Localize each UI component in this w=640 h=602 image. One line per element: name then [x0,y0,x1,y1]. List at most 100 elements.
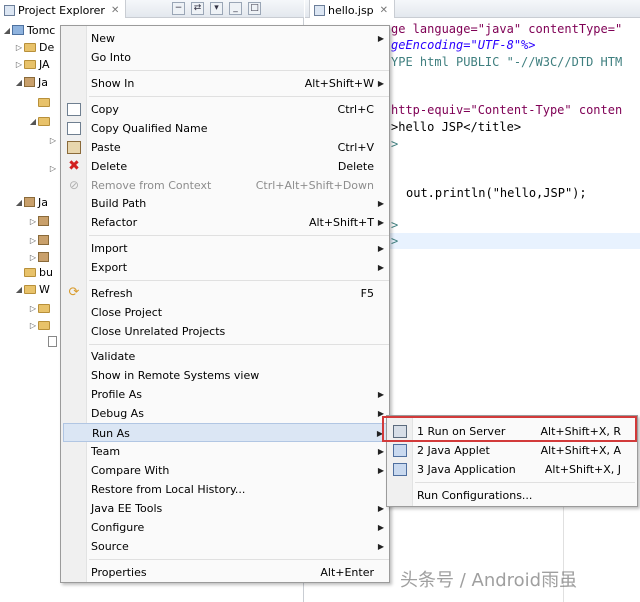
code-line-6[interactable]: > [391,136,398,152]
collapsed-arrow-icon[interactable]: ▷ [14,60,24,69]
tree-item-class-2[interactable]: ▷ [48,160,58,176]
collapsed-arrow-icon[interactable]: ▷ [14,43,24,52]
code-line-2[interactable]: geEncoding="UTF-8"%> [391,37,536,53]
menu-item-delete[interactable]: ✖ Delete Delete [63,157,389,176]
close-icon[interactable]: ✕ [111,5,119,16]
close-icon[interactable]: ✕ [380,5,388,16]
expanded-arrow-icon[interactable]: ◢ [14,198,24,207]
menu-item-compare-with[interactable]: Compare With ▶ [63,461,389,480]
submenu-arrow-icon: ▶ [377,466,384,475]
menu-item-import[interactable]: Import ▶ [63,239,389,258]
tree-item-java-resources[interactable]: ◢ Ja [14,74,48,90]
tree-item-lib-3[interactable]: ▷ [28,249,52,265]
menu-item-close-unrelated-projects[interactable]: Close Unrelated Projects [63,322,389,341]
menu-item-remove-from-context[interactable]: ⊘ Remove from Context Ctrl+Alt+Shift+Dow… [63,176,389,195]
code-line-9[interactable]: > [391,233,398,249]
view-menu-icon[interactable]: ▾ [210,2,223,15]
java-applet-icon [393,444,407,457]
menu-item-copy[interactable]: Copy Ctrl+C [63,100,389,119]
tree-item-hello-jsp[interactable] [48,333,60,349]
collapsed-arrow-icon[interactable]: ▷ [28,321,38,330]
collapsed-arrow-icon[interactable]: ▷ [28,253,38,262]
collapsed-arrow-icon[interactable]: ▷ [28,236,38,245]
menu-item-build-path[interactable]: Build Path ▶ [63,194,389,213]
tree-item-class[interactable]: ▷ [48,132,58,148]
tree-item-lib-2[interactable]: ▷ [28,232,52,248]
menu-item-new[interactable]: New ▶ [63,29,389,48]
menu-item-refactor[interactable]: Refactor Alt+Shift+T ▶ [63,213,389,232]
tree-item-deployment[interactable]: ▷ De [14,39,54,55]
menu-item-java-applet[interactable]: 2 Java Applet Alt+Shift+X, A [389,441,637,460]
folder-icon [38,303,50,313]
jar-icon [38,252,49,262]
tree-item-package[interactable]: ◢ [28,113,53,129]
menu-item-show-in-remote-systems[interactable]: Show in Remote Systems view [63,366,389,385]
folder-icon [38,116,50,126]
menu-item-refresh[interactable]: ⟳ Refresh F5 [63,284,389,303]
tree-item-build[interactable]: bu [24,264,53,280]
code-line-8[interactable]: > [391,217,398,233]
java-application-icon [393,463,407,476]
menu-item-configure[interactable]: Configure ▶ [63,518,389,537]
expanded-arrow-icon[interactable]: ◢ [28,117,38,126]
menu-item-paste[interactable]: Paste Ctrl+V [63,138,389,157]
code-line-4[interactable]: http-equiv="Content-Type" conten [391,102,622,118]
jsp-file-icon [48,335,57,347]
menu-item-show-in[interactable]: Show In Alt+Shift+W ▶ [63,74,389,93]
expanded-arrow-icon[interactable]: ◢ [14,285,24,294]
folder-icon [24,267,36,277]
tree-item-webcontent[interactable]: ◢ W [14,281,50,297]
menu-item-debug-as[interactable]: Debug As ▶ [63,404,389,423]
menu-item-properties[interactable]: Properties Alt+Enter [63,563,389,582]
refresh-icon: ⟳ [68,285,80,300]
menu-item-close-project[interactable]: Close Project [63,303,389,322]
link-with-editor-icon[interactable]: ⇄ [191,2,204,15]
minimize-icon[interactable]: _ [229,2,242,15]
menu-separator [89,280,389,281]
menu-item-copy-qualified-name[interactable]: Copy Qualified Name [63,119,389,138]
menu-item-java-ee-tools[interactable]: Java EE Tools ▶ [63,499,389,518]
code-line-1[interactable]: ge language="java" contentType=" [391,21,622,37]
code-line-3[interactable]: YPE html PUBLIC "-//W3C//DTD HTM [391,54,622,70]
expanded-arrow-icon[interactable]: ◢ [2,26,12,35]
submenu-arrow-icon: ▶ [377,34,384,43]
collapse-all-icon[interactable]: − [172,2,185,15]
collapsed-arrow-icon[interactable]: ▷ [28,217,38,226]
tree-item-java-libraries[interactable]: ◢ Ja [14,194,48,210]
delete-icon: ✖ [68,158,80,174]
menu-item-restore-from-local-history[interactable]: Restore from Local History... [63,480,389,499]
collapsed-arrow-icon[interactable]: ▷ [48,164,58,173]
folder-icon [24,59,36,69]
tree-item-meta-inf[interactable]: ▷ [28,300,53,316]
menu-item-profile-as[interactable]: Profile As ▶ [63,385,389,404]
menu-item-run-as[interactable]: Run As ▶ [63,423,389,442]
tab-project-explorer[interactable]: Project Explorer ✕ [0,0,127,18]
explorer-toolbar: − ⇄ ▾ _ □ [172,2,261,15]
menu-item-run-configurations[interactable]: Run Configurations... [389,486,637,505]
menu-item-go-into[interactable]: Go Into [63,48,389,67]
menu-separator [89,235,389,236]
menu-separator [89,96,389,97]
submenu-arrow-icon: ▶ [377,244,384,253]
tree-item-src[interactable] [38,94,53,110]
tree-item-tomcat-project[interactable]: ◢ Tomc [2,22,55,38]
code-line-5[interactable]: >hello JSP</title> [391,119,521,135]
maximize-icon[interactable]: □ [248,2,261,15]
code-line-7[interactable]: out.println("hello,JSP"); [406,185,587,201]
collapsed-arrow-icon[interactable]: ▷ [48,136,58,145]
submenu-arrow-icon: ▶ [377,218,384,227]
menu-item-export[interactable]: Export ▶ [63,258,389,277]
project-explorer-icon [4,4,15,16]
menu-item-validate[interactable]: Validate [63,347,389,366]
tree-item-jax[interactable]: ▷ JA [14,56,50,72]
menu-item-source[interactable]: Source ▶ [63,537,389,556]
menu-item-team[interactable]: Team ▶ [63,442,389,461]
expanded-arrow-icon[interactable]: ◢ [14,78,24,87]
folder-icon [24,42,36,52]
collapsed-arrow-icon[interactable]: ▷ [28,304,38,313]
folder-icon [38,320,50,330]
tree-item-web-inf[interactable]: ▷ [28,317,53,333]
tab-hello-jsp[interactable]: hello.jsp ✕ [309,0,396,18]
menu-item-java-application[interactable]: 3 Java Application Alt+Shift+X, J [389,460,637,479]
tree-item-lib-1[interactable]: ▷ [28,213,52,229]
